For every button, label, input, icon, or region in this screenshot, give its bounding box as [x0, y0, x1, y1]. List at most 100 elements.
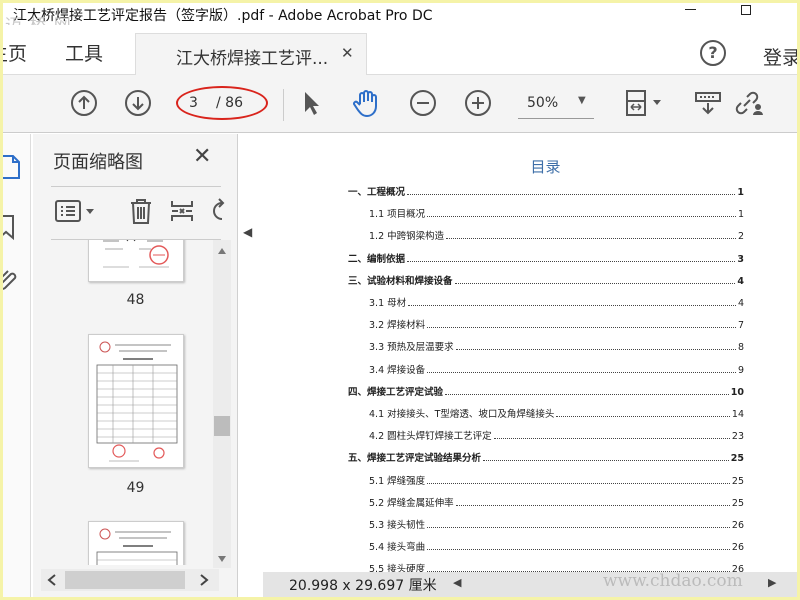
toc-entry-text: 3.1 母材: [369, 298, 407, 309]
keyboard-scroll-icon: [695, 92, 721, 115]
previous-page-button[interactable]: [69, 88, 99, 118]
toolbar: 3 / 86 50% ▼: [3, 75, 797, 133]
toc-entry[interactable]: 三、试验材料和焊接设备 4: [348, 273, 744, 287]
toc-entry[interactable]: 4.1 对接接头、T型熔透、坡口及角焊缝接头 14: [369, 406, 744, 420]
thumbnail-horizontal-scrollbar[interactable]: [41, 569, 219, 591]
toc-leader-dots: [427, 549, 730, 551]
toc-entry-text: 5.1 焊缝强度: [369, 475, 426, 487]
tab-home[interactable]: 主页: [3, 39, 27, 66]
tab-tools[interactable]: 工具: [65, 39, 103, 66]
minimize-button[interactable]: [675, 3, 705, 23]
toc-entry[interactable]: 1.1 项目概况 1: [369, 206, 744, 220]
scroll-right-icon[interactable]: ▶: [768, 576, 776, 589]
hand-tool-button[interactable]: [351, 88, 381, 118]
toc-entry-text: 四、焊接工艺评定试验: [348, 386, 444, 398]
toc-entry-page: 25: [731, 475, 744, 487]
toc-entry-page: 26: [731, 542, 744, 554]
insert-page-button[interactable]: [167, 196, 197, 226]
document-tab-label: 江大桥焊接工艺评...: [176, 49, 329, 69]
options-menu-button[interactable]: [53, 196, 99, 226]
toc-entry-text: 三、试验材料和焊接设备: [348, 275, 453, 287]
scroll-left-icon[interactable]: ◀: [453, 576, 461, 589]
toc-leader-dots: [445, 393, 729, 395]
toc-entry[interactable]: 五、焊接工艺评定试验结果分析 25: [348, 450, 744, 464]
zoom-dropdown[interactable]: 50% ▼: [518, 93, 594, 119]
toc-entry[interactable]: 3.1 母材 4: [369, 295, 744, 309]
page-preview: [96, 341, 178, 462]
tab-bar: 主页 工具 江大桥焊接工艺评... ✕ ? 登录: [3, 25, 797, 75]
toc-entry-text: 4.2 圆柱头焊钉焊接工艺评定: [369, 431, 492, 443]
page-thumbnails-panel: 页面缩略图 ✕ 48 49: [33, 134, 238, 597]
toc-entry-text: 1.1 项目概况: [369, 209, 426, 221]
scroll-thumb: [214, 416, 230, 436]
thumbnail-page-50[interactable]: [88, 521, 184, 565]
red-highlight-ellipse: [176, 86, 268, 120]
maximize-button[interactable]: [731, 3, 761, 23]
collapse-panel-icon[interactable]: ◀: [243, 225, 252, 239]
login-link[interactable]: 登录: [763, 43, 797, 70]
toc-entry-page: 9: [737, 364, 744, 376]
zoom-out-icon: [410, 90, 436, 116]
page-thumbnails-icon[interactable]: [3, 152, 25, 182]
select-tool-button[interactable]: [296, 88, 326, 118]
toc-leader-dots: [427, 327, 736, 329]
arrow-down-circle-icon: [125, 90, 151, 116]
minimize-icon: [684, 8, 696, 10]
close-tab-icon[interactable]: ✕: [341, 44, 354, 62]
thumbnail-page-49[interactable]: [88, 334, 184, 468]
toc-leader-dots: [427, 216, 736, 218]
toc-entry-text: 五、焊接工艺评定试验结果分析: [348, 453, 482, 465]
document-view[interactable]: 目录 一、工程概况 1 1.1 项目概况 1 1.2 中跨钢梁构造 2 二、编制依据 3 三、试…: [263, 134, 797, 575]
toc-entry-page: 25: [731, 497, 744, 509]
title-bar: 江大桥焊接工艺评定报告（签字版）.pdf - Adobe Acrobat Pro…: [3, 3, 797, 25]
page-number-field[interactable]: 3 / 86: [176, 86, 268, 122]
toc-entry[interactable]: 四、焊接工艺评定试验 10: [348, 384, 744, 398]
zoom-in-button[interactable]: [463, 88, 493, 118]
toc-entry-page: 10: [730, 386, 744, 398]
attachment-icon[interactable]: [3, 266, 25, 296]
watermark-bottom: www.chdao.com: [603, 571, 743, 591]
help-icon[interactable]: ?: [700, 40, 726, 66]
zoom-value: 50%: [527, 95, 559, 111]
toc-entry-text: 5.3 接头韧性: [369, 520, 426, 531]
next-page-button[interactable]: [123, 88, 153, 118]
toc-entry[interactable]: 5.2 焊缝金属延伸率 25: [369, 495, 744, 509]
thumbnail-page-48[interactable]: [88, 240, 184, 282]
toolbar-divider: [283, 89, 284, 121]
share-link-button[interactable]: [733, 88, 763, 118]
toc-entry-text: 4.1 对接接头、T型熔透、坡口及角焊缝接头: [369, 409, 555, 420]
toc-entry-page: 23: [731, 431, 744, 443]
page-fit-dropdown[interactable]: [621, 88, 665, 118]
toc-entry[interactable]: 5.1 焊缝强度 25: [369, 473, 744, 487]
page-size-readout: 20.998 x 29.697 厘米: [289, 578, 437, 594]
tab-document[interactable]: 江大桥焊接工艺评... ✕: [135, 33, 367, 75]
rotate-page-button[interactable]: [205, 196, 235, 226]
toc-entry[interactable]: 3.3 预热及层温要求 8: [369, 339, 744, 353]
toc-entry[interactable]: 一、工程概况 1: [348, 184, 744, 198]
close-panel-icon[interactable]: ✕: [193, 144, 211, 169]
toc-leader-dots: [455, 349, 736, 351]
toc-entry[interactable]: 3.4 焊接设备 9: [369, 362, 744, 376]
thumbnail-page-label: 49: [126, 480, 145, 496]
toc-entry[interactable]: 3.2 焊接材料 7: [369, 317, 744, 331]
toc-entry-page: 4: [737, 298, 744, 309]
zoom-out-button[interactable]: [408, 88, 438, 118]
delete-page-button[interactable]: [126, 196, 156, 226]
toc-entry-text: 1.2 中跨钢梁构造: [369, 231, 445, 243]
chevron-down-icon: ▼: [578, 95, 586, 106]
thumbnail-vertical-scrollbar[interactable]: [213, 240, 231, 568]
trash-icon: [131, 199, 151, 224]
toc-leader-dots: [427, 527, 730, 528]
list-options-icon: [55, 200, 94, 222]
scroll-mode-button[interactable]: [693, 88, 723, 118]
bookmark-icon[interactable]: [3, 212, 25, 242]
toc-entry[interactable]: 1.2 中跨钢梁构造 2: [369, 228, 744, 242]
toc-entry[interactable]: 二、编制依据 3: [348, 251, 744, 265]
toc-entry[interactable]: 5.4 接头弯曲 26: [369, 539, 744, 553]
toc-leader-dots: [408, 305, 736, 306]
window-title: 江大桥焊接工艺评定报告（签字版）.pdf - Adobe Acrobat Pro…: [13, 8, 433, 24]
toc-entry[interactable]: 5.3 接头韧性 26: [369, 517, 744, 531]
toc-entry-text: 3.4 焊接设备: [369, 364, 426, 376]
toc-entry[interactable]: 4.2 圆柱头焊钉焊接工艺评定 23: [369, 428, 744, 442]
toc-leader-dots: [407, 194, 736, 195]
